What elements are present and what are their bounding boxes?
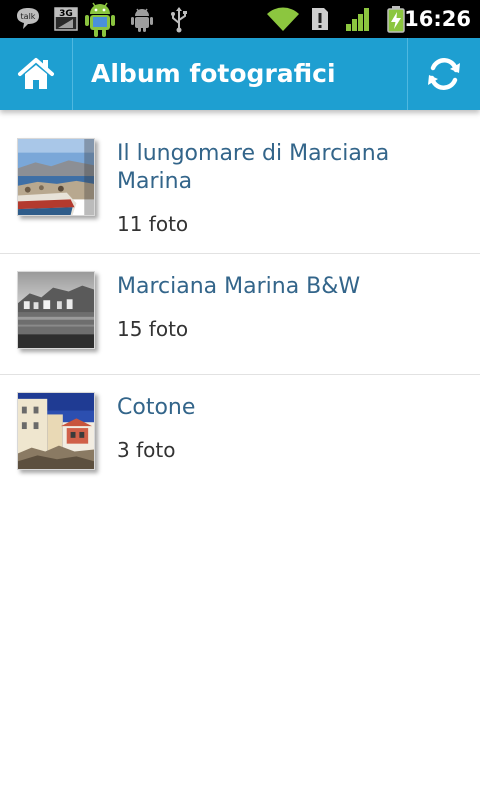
home-icon (18, 58, 54, 89)
action-bar: Album fotografici (0, 38, 480, 110)
battery-charging-icon (386, 5, 406, 33)
clock: 16:26 (404, 7, 471, 31)
album-title: Cotone (117, 395, 196, 420)
network-label: 3G (59, 9, 73, 19)
album-item[interactable]: Cotone 3 foto (0, 375, 480, 495)
android-market-icon (84, 0, 116, 38)
3g-icon: 3G (54, 5, 78, 33)
album-title: Marciana Marina B&W (117, 274, 361, 299)
coastal-houses-photo (18, 393, 94, 469)
album-item[interactable]: Marciana Marina B&W 15 foto (0, 254, 480, 375)
album-thumbnail (17, 392, 95, 470)
album-photo-count: 11 foto (117, 212, 189, 236)
seaside-boats-photo (18, 139, 94, 215)
talk-label: talk (21, 12, 36, 21)
wifi-icon (266, 5, 300, 33)
album-thumbnail (17, 138, 95, 216)
album-title: Il lungomare di Marciana Marina (117, 141, 390, 194)
album-list: Il lungomare di Marciana Marina 11 foto (0, 110, 480, 495)
refresh-button[interactable] (408, 38, 480, 110)
refresh-icon (428, 58, 460, 90)
sd-warning-icon (309, 5, 331, 33)
album-photo-count: 15 foto (117, 317, 189, 341)
page-title: Album fotografici (91, 59, 336, 88)
album-photo-count: 3 foto (117, 438, 176, 462)
usb-icon (168, 5, 190, 33)
home-button[interactable] (0, 38, 72, 110)
album-thumbnail (17, 271, 95, 349)
talk-icon: talk (14, 5, 42, 33)
action-bar-divider (72, 38, 73, 110)
status-bar: talk 3G 16:26 (0, 0, 480, 38)
android-debug-icon (130, 5, 154, 33)
album-item[interactable]: Il lungomare di Marciana Marina 11 foto (0, 110, 480, 254)
signal-icon (344, 5, 372, 33)
harbor-bw-photo (18, 272, 94, 348)
